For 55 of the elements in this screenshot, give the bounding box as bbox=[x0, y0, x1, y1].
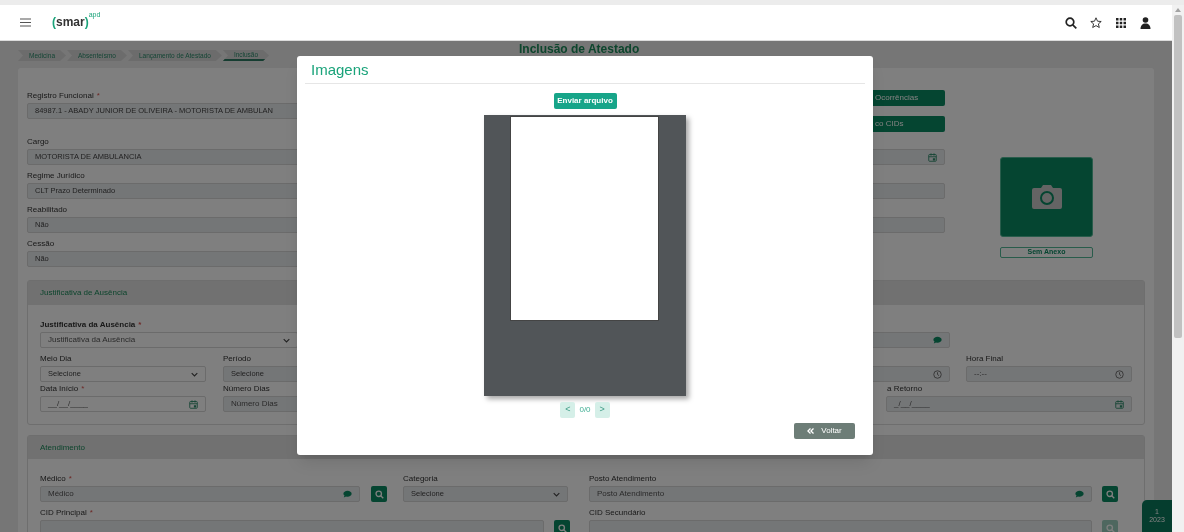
back-button[interactable]: Voltar bbox=[794, 423, 855, 439]
field-label: a Retorno bbox=[886, 384, 923, 394]
field-label: Médico * bbox=[40, 474, 72, 484]
scrollbar-thumb[interactable] bbox=[1174, 15, 1182, 338]
field-label: Reabilitado bbox=[27, 205, 68, 215]
field-label: CID Principal * bbox=[40, 508, 93, 518]
search-button[interactable] bbox=[371, 486, 387, 502]
field-label: Número Dias bbox=[223, 384, 270, 394]
search-icon bbox=[557, 523, 567, 532]
field-label: Registro Funcional * bbox=[27, 91, 100, 101]
calendar-icon bbox=[928, 152, 937, 162]
field-label: Meio Dia bbox=[40, 354, 72, 364]
modal-title: Imagens bbox=[311, 60, 369, 79]
clock-icon bbox=[933, 369, 942, 379]
field-label: Justificativa da Ausência * bbox=[40, 320, 142, 330]
input-field[interactable]: Médico bbox=[40, 486, 360, 502]
search-icon bbox=[1105, 489, 1115, 499]
select-field[interactable]: Justificativa da Ausência bbox=[40, 332, 298, 348]
star-icon[interactable] bbox=[1090, 16, 1102, 29]
field-label: Período bbox=[223, 354, 252, 364]
chat-bubble-icon bbox=[343, 490, 352, 498]
user-icon[interactable] bbox=[1140, 16, 1151, 29]
clock-icon bbox=[1115, 369, 1124, 379]
calendar-icon bbox=[189, 399, 198, 409]
page-title: Inclusão de Atestado bbox=[519, 43, 640, 55]
photo-placeholder[interactable] bbox=[1000, 157, 1093, 237]
chevron-down-icon bbox=[553, 491, 560, 497]
field-label: Posto Atendimento bbox=[589, 474, 657, 484]
field-label: Cargo bbox=[27, 137, 49, 147]
field-label: Data Início * bbox=[40, 384, 85, 394]
calendar-icon bbox=[1115, 399, 1124, 409]
field-label: Regime Jurídico bbox=[27, 171, 85, 181]
search-button[interactable] bbox=[1102, 486, 1118, 502]
camera-icon bbox=[1031, 185, 1062, 209]
field-label: CID Secundário bbox=[589, 508, 646, 518]
scroll-up-arrow-icon[interactable] bbox=[1175, 8, 1181, 12]
double-chevron-left-icon bbox=[807, 428, 815, 434]
input-field[interactable]: Posto Atendimento bbox=[589, 486, 1092, 502]
chat-bubble-icon bbox=[933, 336, 942, 344]
page-counter: 0/0 bbox=[578, 404, 592, 416]
menu-icon[interactable] bbox=[20, 18, 31, 27]
chat-bubble-icon bbox=[1075, 490, 1084, 498]
date-field[interactable]: __/__/____ bbox=[40, 396, 206, 412]
search-icon[interactable] bbox=[1065, 16, 1077, 29]
search-button[interactable] bbox=[554, 520, 570, 532]
date-field[interactable]: _/__/____ bbox=[886, 396, 1132, 412]
field-label: Hora Final bbox=[966, 354, 1003, 364]
search-icon bbox=[374, 489, 384, 499]
field-label: Cessão bbox=[27, 239, 55, 249]
upload-button[interactable]: Enviar arquivo bbox=[553, 93, 617, 109]
chevron-down-icon bbox=[191, 371, 198, 377]
chevron-down-icon bbox=[283, 337, 290, 343]
field-label: Categoria bbox=[403, 474, 438, 484]
time-field[interactable]: --:-- bbox=[966, 366, 1132, 382]
grid-icon[interactable] bbox=[1115, 16, 1127, 29]
